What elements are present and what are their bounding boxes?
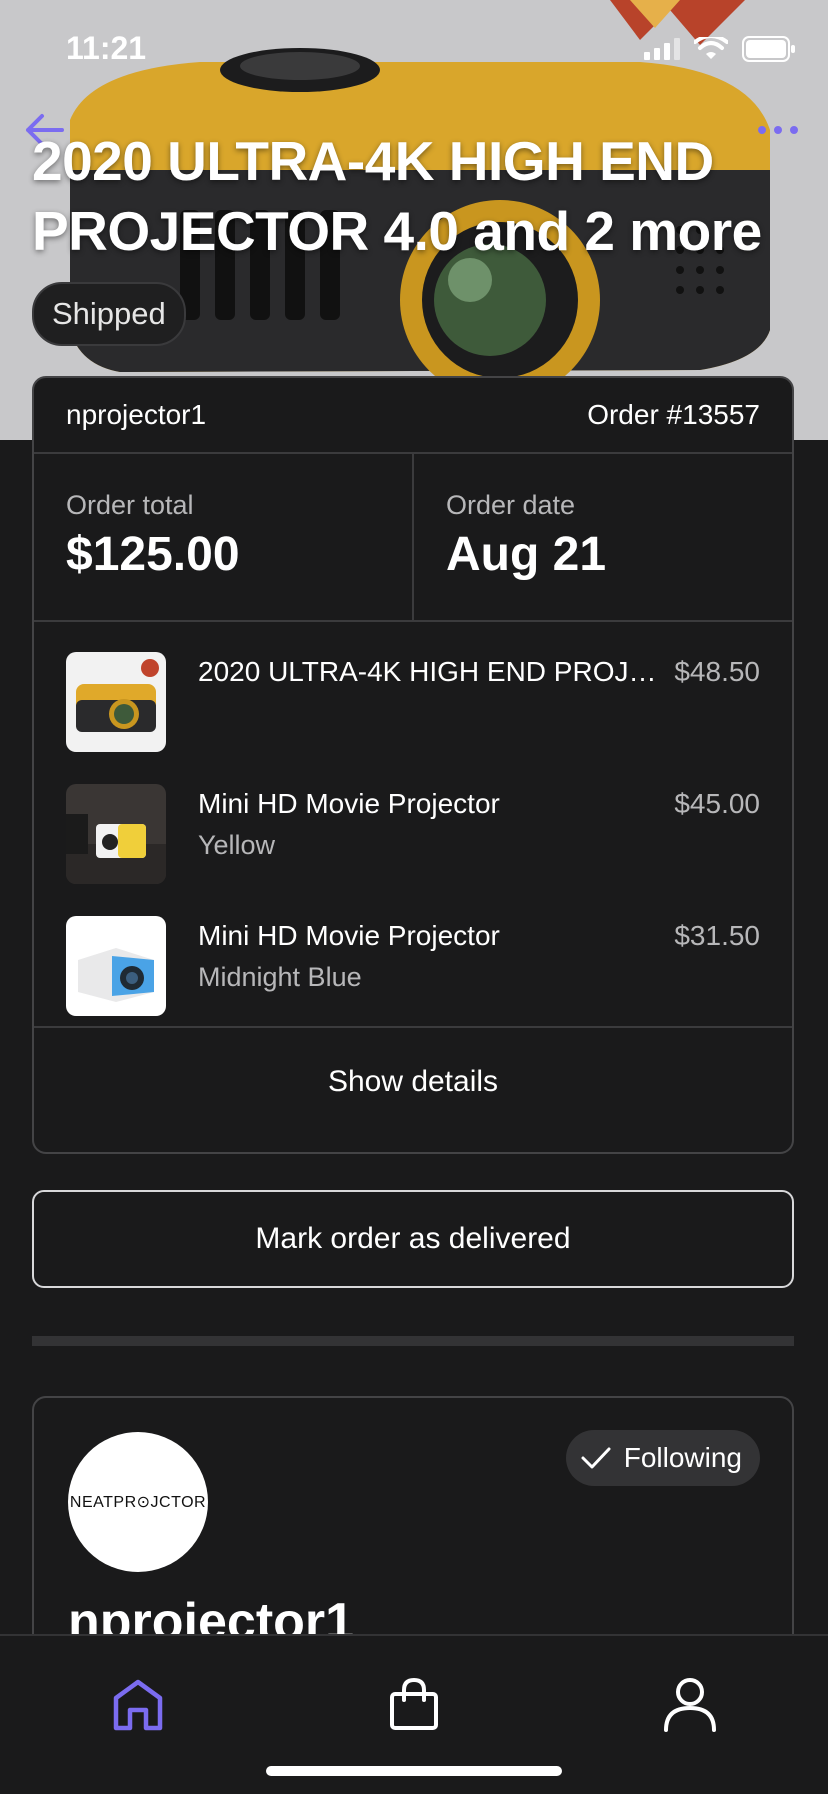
home-icon[interactable] xyxy=(108,1674,168,1734)
profile-icon[interactable] xyxy=(660,1674,720,1734)
section-divider xyxy=(32,1336,794,1346)
status-time: 11:21 xyxy=(66,30,147,66)
order-card-header: nprojector1 Order #13557 xyxy=(34,378,792,454)
order-number: Order #13557 xyxy=(587,399,760,430)
avatar[interactable]: NEATPR⊙JCTOR xyxy=(68,1432,208,1572)
seller-username[interactable]: nprojector1 xyxy=(66,399,206,431)
item-name: Mini HD Movie Projector xyxy=(198,920,500,951)
order-date-cell: Order date Aug 21 xyxy=(412,454,792,620)
page-title: 2020 ULTRA-4K HIGH END PROJECTOR 4.0 and… xyxy=(32,130,762,262)
checkmark-icon xyxy=(581,1447,611,1469)
signal-icon xyxy=(644,38,680,60)
order-total-label: Order total xyxy=(66,490,194,520)
order-date-value: Aug 21 xyxy=(446,528,607,581)
following-label: Following xyxy=(623,1442,742,1473)
status-badge: Shipped xyxy=(32,282,186,346)
item-price: $31.50 xyxy=(674,920,760,951)
order-items-list: 2020 ULTRA-4K HIGH END PROJECTOR 4.0 $48… xyxy=(34,622,792,1028)
bag-icon[interactable] xyxy=(384,1674,444,1734)
item-info: Mini HD Movie Projector Midnight Blue xyxy=(198,916,674,1048)
item-variant: Yellow xyxy=(198,830,276,860)
mark-delivered-button[interactable]: Mark order as delivered xyxy=(32,1190,794,1288)
wifi-icon xyxy=(694,37,728,59)
hero-banner: 11:21 2020 ULTRA-4K HIGH END PROJECTOR 4… xyxy=(0,0,828,440)
item-info: Mini HD Movie Projector Yellow xyxy=(198,784,674,916)
item-info: 2020 ULTRA-4K HIGH END PROJECTOR 4.0 xyxy=(198,652,674,784)
item-variant: Midnight Blue xyxy=(198,962,362,992)
order-total-value: $125.00 xyxy=(66,528,240,581)
item-name: 2020 ULTRA-4K HIGH END PROJECTOR 4.0 xyxy=(198,656,658,687)
order-card: nprojector1 Order #13557 Order total $12… xyxy=(32,376,794,1154)
order-summary: Order total $125.00 Order date Aug 21 xyxy=(34,454,792,622)
order-total-cell: Order total $125.00 xyxy=(34,454,412,620)
status-icons xyxy=(644,36,796,62)
home-indicator xyxy=(266,1766,562,1776)
battery-icon xyxy=(742,36,795,62)
following-button[interactable]: Following xyxy=(565,1430,760,1486)
order-date-label: Order date xyxy=(446,490,576,520)
product-thumbnail xyxy=(66,784,166,884)
list-item[interactable]: 2020 ULTRA-4K HIGH END PROJECTOR 4.0 $48… xyxy=(34,652,792,784)
status-bar: 11:21 xyxy=(0,0,828,100)
product-thumbnail xyxy=(66,652,166,752)
item-name: Mini HD Movie Projector xyxy=(198,788,500,819)
item-price: $45.00 xyxy=(674,788,760,819)
item-price: $48.50 xyxy=(674,656,760,687)
list-item[interactable]: Mini HD Movie Projector Yellow $45.00 xyxy=(34,784,792,916)
product-thumbnail xyxy=(66,916,166,1016)
